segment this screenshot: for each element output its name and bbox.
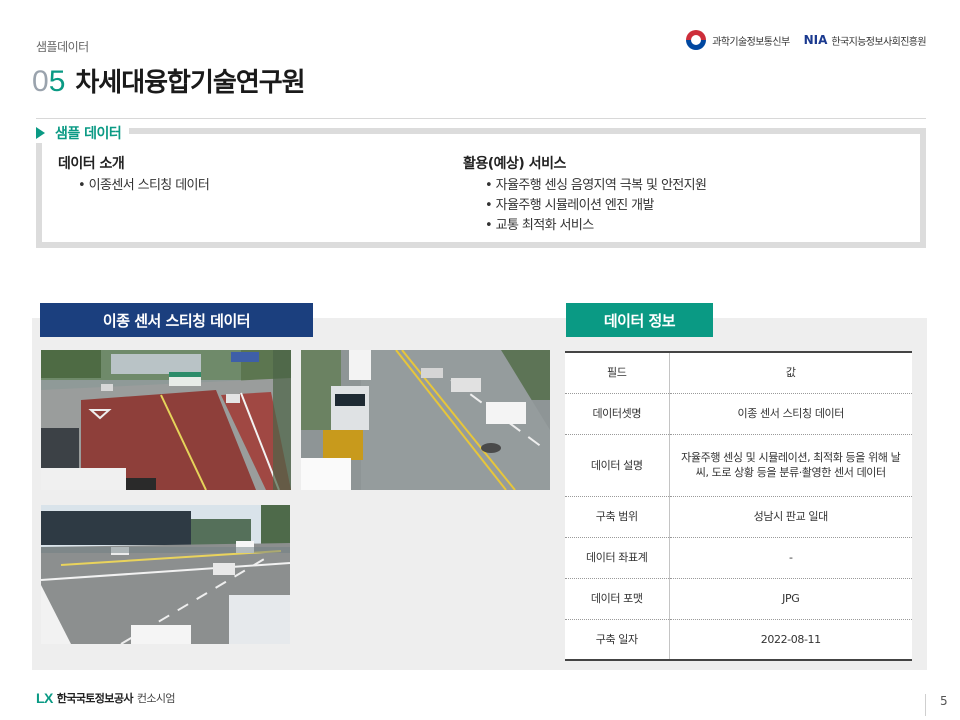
table-cell-key: 구축 일자 [565, 619, 670, 660]
page-number-divider [925, 694, 926, 716]
table-cell-key: 구축 범위 [565, 496, 670, 538]
page-number: 5 [940, 694, 948, 708]
header-logos: 과학기술정보통신부 NIA 한국지능정보사회진흥원 [686, 30, 927, 50]
msit-logo-text: 과학기술정보통신부 [712, 36, 790, 48]
table-header-field: 필드 [565, 352, 670, 394]
page-title: 05 차세대융합기술연구원 [32, 62, 306, 99]
road-photo-intersection [41, 350, 291, 490]
list-item: 자율주행 센싱 음영지역 극복 및 안전지원 [485, 176, 707, 196]
table-cell-key: 데이터 포맷 [565, 578, 670, 620]
table-header-row: 필드 값 [565, 352, 912, 394]
data-info-tab: 데이터 정보 [566, 303, 713, 337]
table-header-value: 값 [669, 352, 912, 394]
lx-logo-sub: 컨소시엄 [136, 692, 176, 705]
intro-heading: 데이터 소개 [58, 156, 125, 172]
table-row: 데이터 좌표계 - [565, 537, 912, 579]
nia-logo-text: 한국지능정보사회진흥원 [831, 36, 926, 48]
table-cell-value: 2022-08-11 [760, 632, 821, 646]
section-title: 차세대융합기술연구원 [75, 68, 305, 98]
table-cell-value: - [669, 537, 912, 579]
road-photo-trucks [301, 350, 550, 490]
list-item: 교통 최적화 서비스 [485, 216, 706, 236]
table-cell-value: JPG [669, 578, 912, 620]
use-heading: 활용(예상) 서비스 [463, 156, 566, 172]
list-item: 이종센서 스티칭 데이터 [78, 176, 210, 196]
table-cell-value: 자율주행 센싱 및 시뮬레이션, 최적화 등을 위해 날씨, 도로 상황 등을 … [669, 434, 912, 497]
table-row: 구축 범위 성남시 판교 일대 [565, 496, 912, 538]
breadcrumb: 샘플데이터 [36, 40, 89, 54]
table-cell-value: 성남시 판교 일대 [669, 496, 912, 538]
nia-logo-mark: NIA [803, 33, 828, 47]
table-row: 데이터셋명 이종 센서 스티칭 데이터 [565, 393, 912, 435]
play-triangle-icon [36, 127, 45, 139]
lx-consortium-logo: LX 한국국토정보공사 컨소시엄 [36, 690, 176, 706]
list-item: 자율주행 시뮬레이션 엔진 개발 [485, 196, 706, 216]
msit-logo: 과학기술정보통신부 [686, 30, 790, 50]
table-cell-key: 데이터 설명 [565, 434, 670, 497]
nia-logo: NIA 한국지능정보사회진흥원 [803, 33, 927, 48]
use-list: 자율주행 센싱 음영지역 극복 및 안전지원 자율주행 시뮬레이션 엔진 개발 … [485, 176, 707, 236]
taegeuk-emblem-icon [686, 30, 707, 50]
sensor-stitching-tab: 이종 센서 스티칭 데이터 [40, 303, 313, 337]
table-row: 데이터 포맷 JPG [565, 578, 912, 620]
table-cell-key: 데이터셋명 [565, 393, 670, 435]
intro-list: 이종센서 스티칭 데이터 [78, 176, 210, 196]
section-number: 05 [32, 65, 66, 98]
lx-logo-mark: LX [36, 690, 53, 706]
title-divider [36, 118, 926, 119]
lx-logo-text: 한국국토정보공사 [56, 692, 134, 705]
sample-data-heading: 샘플 데이터 [32, 123, 130, 143]
data-info-table: 필드 값 데이터셋명 이종 센서 스티칭 데이터 데이터 설명 자율주행 센싱 … [565, 351, 912, 661]
table-cell-key: 데이터 좌표계 [565, 537, 670, 579]
table-row: 데이터 설명 자율주행 센싱 및 시뮬레이션, 최적화 등을 위해 날씨, 도로… [565, 434, 912, 497]
table-cell-value: 이종 센서 스티칭 데이터 [669, 393, 912, 435]
table-row: 구축 일자 2022-08-11 [565, 619, 912, 660]
road-photo-wide [41, 505, 290, 644]
